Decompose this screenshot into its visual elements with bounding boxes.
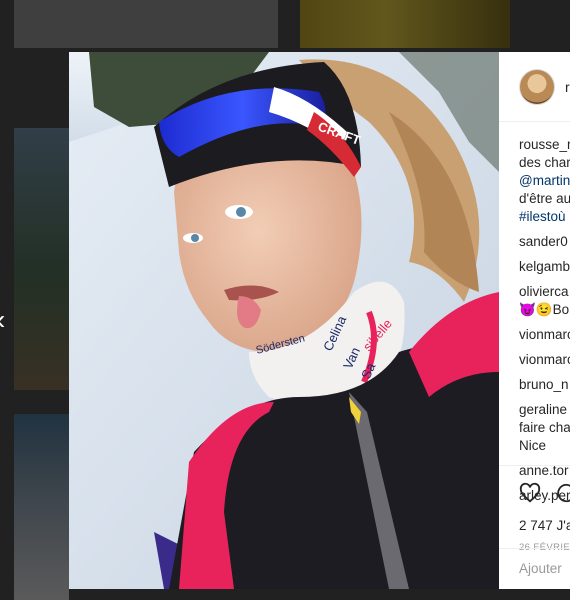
comment-icon[interactable]: [555, 482, 570, 506]
comment-username[interactable]: vionmarc: [519, 326, 570, 344]
comment-tag-link[interactable]: @martin: [519, 172, 570, 190]
comment-text: des char: [519, 155, 570, 170]
comments-list: rousse_r des char @martin d'être au #ilestoù…: [499, 122, 570, 505]
post-actions: 2 747 J'a 26 FÉVRIER: [499, 465, 570, 553]
add-comment-input[interactable]: Ajouter: [499, 548, 570, 589]
comment-username[interactable]: bruno_n: [519, 376, 570, 394]
avatar[interactable]: [519, 68, 555, 105]
post-photo[interactable]: CRAFT Celina Van Sa sibelle Södersten: [69, 52, 499, 589]
comment-username[interactable]: rousse_r: [519, 136, 570, 154]
post-modal: CRAFT Celina Van Sa sibelle Södersten r …: [69, 52, 570, 589]
comment-username[interactable]: geraline: [519, 401, 570, 419]
post-header: r: [499, 52, 570, 122]
heart-icon[interactable]: [519, 482, 541, 506]
comment-username[interactable]: kelgamb: [519, 258, 570, 276]
post-sidebar: r rousse_r des char @martin d'être au #ilest…: [499, 52, 570, 589]
comment-username[interactable]: olivierca: [519, 283, 570, 301]
comment-text: 😈😉Bon: [519, 302, 570, 317]
comment-text: d'être au: [519, 191, 570, 206]
comment-text: Nice: [519, 438, 547, 453]
comment-username[interactable]: vionmarc: [519, 351, 570, 369]
selfie-illustration: CRAFT Celina Van Sa sibelle Södersten: [69, 52, 499, 589]
previous-post-arrow-icon[interactable]: ‹: [0, 306, 5, 334]
comment-text: faire cha: [519, 420, 570, 435]
likes-count[interactable]: 2 747 J'a: [519, 518, 570, 533]
comment-username[interactable]: sander0: [519, 233, 570, 251]
post-author-username[interactable]: r: [565, 79, 570, 95]
comment-tag-link[interactable]: #ilestoù: [519, 208, 570, 226]
